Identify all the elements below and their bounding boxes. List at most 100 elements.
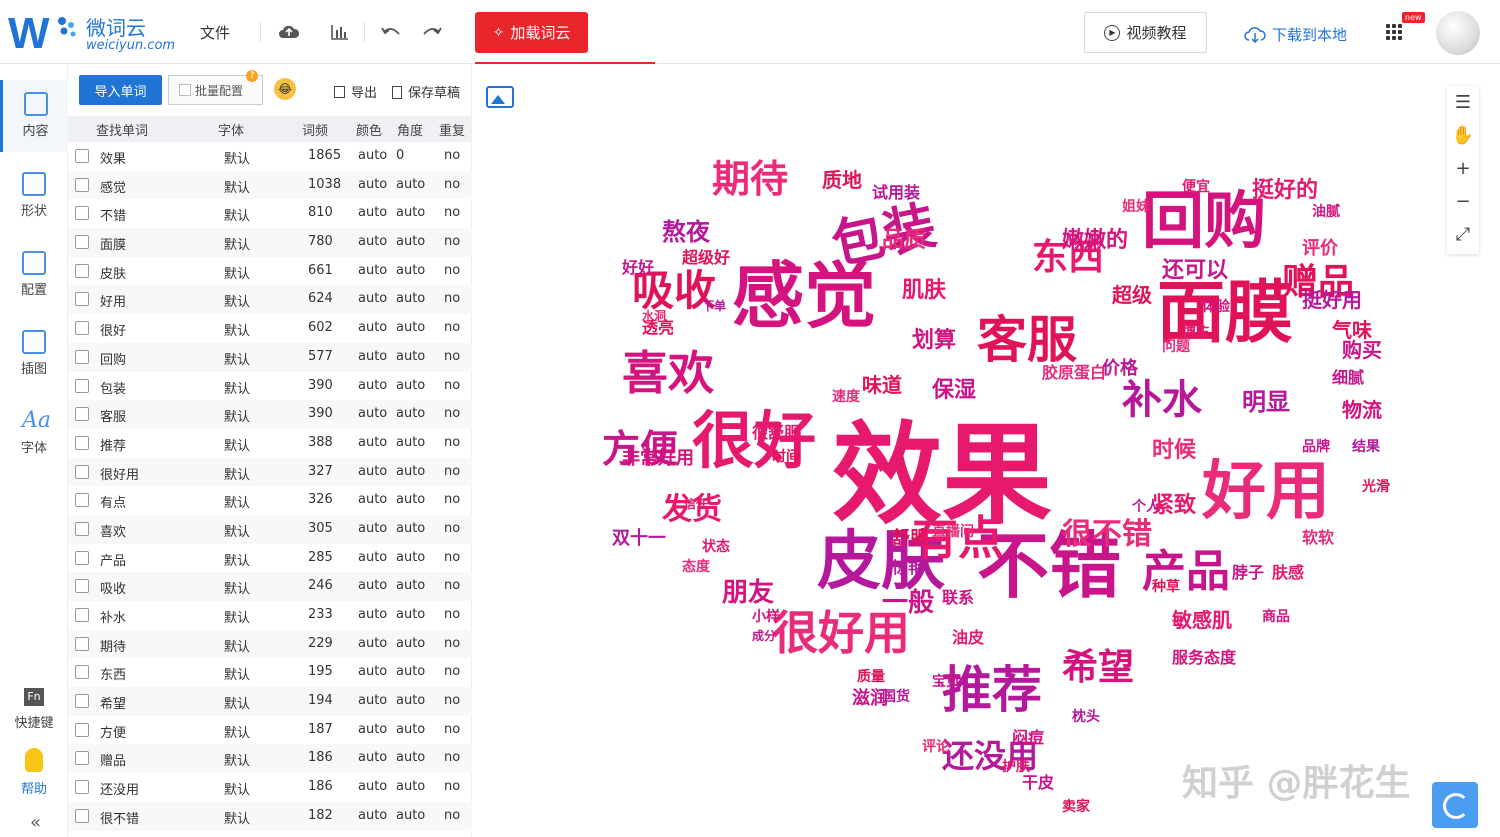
table-row[interactable]: 不错 默认 810 auto auto no xyxy=(68,199,472,228)
cloud-canvas[interactable]: ☰ ✋ + − ⤢ 效果 感觉 不错 面膜 皮肤 好用 很好 回购 包装 客服 推荐 很好用 有点 喜欢产… xyxy=(472,64,1500,837)
row-checkbox[interactable] xyxy=(75,722,89,737)
row-checkbox[interactable] xyxy=(75,235,89,250)
cloud-word[interactable]: 博主 xyxy=(1182,325,1210,339)
cloud-word[interactable]: 体验 xyxy=(1202,300,1230,314)
cloud-word[interactable]: 卖家 xyxy=(1062,800,1090,814)
cloud-word[interactable]: 舒服 xyxy=(892,530,928,548)
cloud-word[interactable]: 还可以 xyxy=(1162,260,1228,282)
hand-pan-icon[interactable]: ✋ xyxy=(1447,119,1479,151)
cloud-word[interactable]: 水洞 xyxy=(642,310,666,322)
cloud-word[interactable]: 干皮 xyxy=(1022,775,1054,791)
cloud-word[interactable]: 保湿 xyxy=(932,380,976,402)
refresh-fab-icon[interactable] xyxy=(1432,782,1478,828)
table-row[interactable]: 吸收 默认 246 auto auto no xyxy=(68,572,472,601)
cloud-word[interactable]: 态度 xyxy=(682,560,710,574)
cloud-word[interactable]: 软软 xyxy=(1302,530,1334,546)
table-row[interactable]: 客服 默认 390 auto auto no xyxy=(68,400,472,429)
cloud-word[interactable]: 购买 xyxy=(1342,340,1382,360)
row-checkbox[interactable] xyxy=(75,550,89,565)
cloud-word[interactable]: 细腻 xyxy=(1332,370,1364,386)
nav-item-shortcuts[interactable]: Fn 快捷键 xyxy=(0,688,68,731)
table-row[interactable]: 皮肤 默认 661 auto auto no xyxy=(68,257,472,286)
cloud-word[interactable]: 惊艳 xyxy=(892,560,924,576)
cloud-word[interactable]: 味道 xyxy=(862,375,902,395)
nav-item-config[interactable]: 配置 xyxy=(0,239,68,311)
cloud-word[interactable]: 非常好用 xyxy=(622,450,694,468)
cloud-word[interactable]: 期待 xyxy=(712,160,788,198)
cloud-word[interactable]: 肤感 xyxy=(1272,565,1304,581)
table-row[interactable]: 好用 默认 624 auto auto no xyxy=(68,285,472,315)
cloud-word[interactable]: 下单 xyxy=(702,300,726,312)
table-row[interactable]: 包装 默认 390 auto auto no xyxy=(68,372,472,401)
nav-item-help[interactable]: 帮助 xyxy=(0,748,68,797)
table-row[interactable]: 回购 默认 577 auto auto no xyxy=(68,342,472,372)
row-checkbox[interactable] xyxy=(75,349,89,364)
table-row[interactable]: 东西 默认 195 auto auto no xyxy=(68,658,472,687)
nav-item-font[interactable]: Aa 字体 xyxy=(0,397,68,469)
cloud-word[interactable]: 划算 xyxy=(912,330,956,352)
table-row[interactable]: 很好 默认 602 auto auto no xyxy=(68,314,472,343)
table-row[interactable]: 产品 默认 285 auto auto no xyxy=(68,544,472,573)
cloud-word[interactable]: 嫩嫩的 xyxy=(1062,230,1128,252)
collapse-sidebar-icon[interactable]: « xyxy=(30,812,41,833)
row-checkbox[interactable] xyxy=(75,263,89,278)
cloud-word[interactable]: 个人 xyxy=(1132,500,1160,514)
row-checkbox[interactable] xyxy=(75,407,89,422)
cloud-word[interactable]: 小样 xyxy=(752,610,780,624)
cloud-word[interactable]: 时候 xyxy=(1152,440,1196,462)
app-logo[interactable]: W 微词云 weiciyun.com xyxy=(8,10,178,56)
row-checkbox[interactable] xyxy=(75,521,89,536)
undo-icon[interactable] xyxy=(379,20,403,44)
cloud-word[interactable]: 喜欢 xyxy=(622,350,714,396)
file-menu[interactable]: 文件 xyxy=(200,22,230,43)
cloud-word[interactable]: 护肤 xyxy=(1002,760,1030,774)
export-button[interactable]: 导出 xyxy=(334,82,377,101)
cloud-word[interactable]: 很舒服 xyxy=(752,425,800,441)
cloud-word[interactable]: 油皮 xyxy=(952,630,984,646)
cloud-word[interactable]: 时间 xyxy=(772,450,800,464)
cloud-word[interactable]: 成分 xyxy=(752,630,776,642)
cloud-word[interactable]: 超级好 xyxy=(682,250,730,266)
cloud-word[interactable]: 枕头 xyxy=(1072,710,1100,724)
row-checkbox[interactable] xyxy=(75,780,89,795)
cloud-word[interactable]: 朋友 xyxy=(722,580,774,606)
table-row[interactable]: 推荐 默认 388 auto auto no xyxy=(68,429,472,458)
row-checkbox[interactable] xyxy=(75,636,89,651)
table-row[interactable]: 很好用 默认 327 auto auto no xyxy=(68,457,472,487)
cloud-word[interactable]: 气味 xyxy=(1332,320,1372,340)
cloud-word[interactable]: 油腻 xyxy=(1312,205,1340,219)
cloud-word[interactable]: 敏感肌 xyxy=(1172,610,1232,630)
cloud-word[interactable]: 推荐 xyxy=(942,665,1042,715)
chart-icon[interactable] xyxy=(328,20,352,44)
cloud-word[interactable]: 明显 xyxy=(1242,390,1290,414)
save-draft-button[interactable]: 保存草稿 xyxy=(392,82,460,101)
cloud-word[interactable]: 超级 xyxy=(1112,285,1152,305)
table-row[interactable]: 希望 默认 194 auto auto no xyxy=(68,687,472,716)
load-cloud-button[interactable]: ✧ 加载词云 xyxy=(475,12,588,53)
cloud-word[interactable]: 直播间 xyxy=(932,525,974,539)
row-checkbox[interactable] xyxy=(75,206,89,221)
apps-grid-icon[interactable] xyxy=(1386,24,1402,40)
user-avatar[interactable] xyxy=(1436,11,1480,55)
table-row[interactable]: 面膜 默认 780 auto auto no xyxy=(68,228,472,257)
table-row[interactable]: 补水 默认 233 auto auto no xyxy=(68,601,472,630)
cloud-word[interactable]: 问题 xyxy=(1162,340,1190,354)
table-row[interactable]: 方便 默认 187 auto auto no xyxy=(68,716,472,745)
nav-item-shape[interactable]: 形状 xyxy=(0,160,68,232)
cloud-word[interactable]: 国货 xyxy=(882,690,910,704)
row-checkbox[interactable] xyxy=(75,579,89,594)
col-header-word[interactable]: 查找单词 xyxy=(96,120,148,139)
cloud-word[interactable]: 宝贝 xyxy=(932,675,960,689)
emoji-icon[interactable]: 😂 xyxy=(274,78,296,100)
table-row[interactable]: 喜欢 默认 305 auto auto no xyxy=(68,514,472,544)
cloud-word[interactable]: 好好 xyxy=(622,260,654,276)
zoom-out-icon[interactable]: − xyxy=(1447,185,1479,217)
cloud-word[interactable]: 双十一 xyxy=(612,530,666,548)
cloud-word[interactable]: 姐妹 xyxy=(1122,200,1150,214)
table-row[interactable]: 有点 默认 326 auto auto no xyxy=(68,486,472,515)
cloud-word[interactable]: 便宜 xyxy=(1182,180,1210,194)
row-checkbox[interactable] xyxy=(75,608,89,622)
nav-item-illustration[interactable]: 插图 xyxy=(0,318,68,390)
row-checkbox[interactable] xyxy=(75,464,89,479)
cloud-word[interactable]: 希望 xyxy=(1062,650,1134,686)
